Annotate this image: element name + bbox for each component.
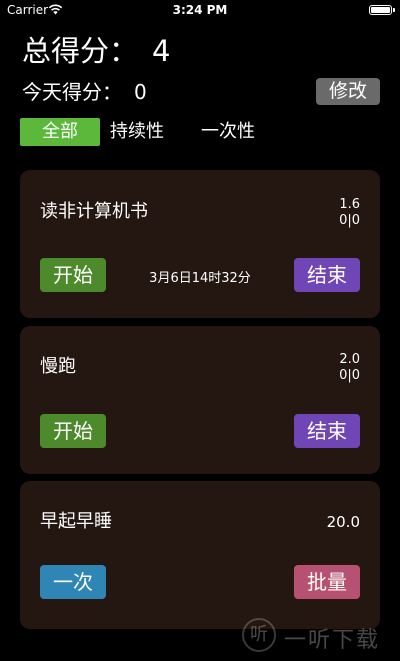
batch-button[interactable]: 批量 — [294, 565, 360, 599]
total-score-label: 总得分： — [22, 34, 139, 68]
edit-button[interactable]: 修改 — [316, 78, 380, 105]
once-button[interactable]: 一次 — [40, 565, 106, 599]
task-score: 20.0 — [326, 513, 360, 531]
task-meta: 2.0 0|0 — [339, 352, 360, 384]
task-card: 读非计算机书 1.6 0|0 开始 3月6日14时32分 结束 — [20, 170, 380, 318]
task-title: 慢跑 — [40, 356, 76, 377]
end-button[interactable]: 结束 — [294, 414, 360, 448]
task-card: 早起早睡 20.0 一次 批量 — [20, 481, 380, 629]
watermark-text: 一听下载 — [284, 628, 381, 653]
watermark: 听 一听下载 — [238, 614, 400, 658]
start-button[interactable]: 开始 — [40, 414, 106, 448]
today-score-label: 今天得分： — [22, 80, 122, 104]
today-score-value: 0 — [134, 80, 147, 104]
tab-continuous[interactable]: 持续性 — [110, 118, 164, 146]
task-title: 读非计算机书 — [40, 201, 148, 222]
task-ratio: 0|0 — [339, 213, 360, 228]
tab-one-time[interactable]: 一次性 — [201, 118, 255, 146]
status-time: 3:24 PM — [172, 3, 228, 17]
end-button[interactable]: 结束 — [294, 258, 360, 292]
task-card: 慢跑 2.0 0|0 开始 结束 — [20, 326, 380, 474]
task-title: 早起早睡 — [40, 511, 112, 532]
tab-all[interactable]: 全部 — [20, 118, 100, 146]
task-score: 2.0 — [339, 352, 360, 367]
task-meta: 20.0 — [327, 514, 360, 530]
watermark-logo: 听 — [242, 618, 276, 652]
task-meta: 1.6 0|0 — [339, 197, 360, 229]
total-score: 总得分： 4 — [22, 33, 170, 69]
battery-icon — [369, 5, 395, 15]
today-score: 今天得分： 0 — [22, 78, 147, 106]
task-ratio: 0|0 — [339, 368, 360, 383]
total-score-value: 4 — [152, 34, 171, 68]
status-bar: Carrier 3:24 PM — [0, 0, 400, 20]
task-score: 1.6 — [339, 197, 360, 212]
